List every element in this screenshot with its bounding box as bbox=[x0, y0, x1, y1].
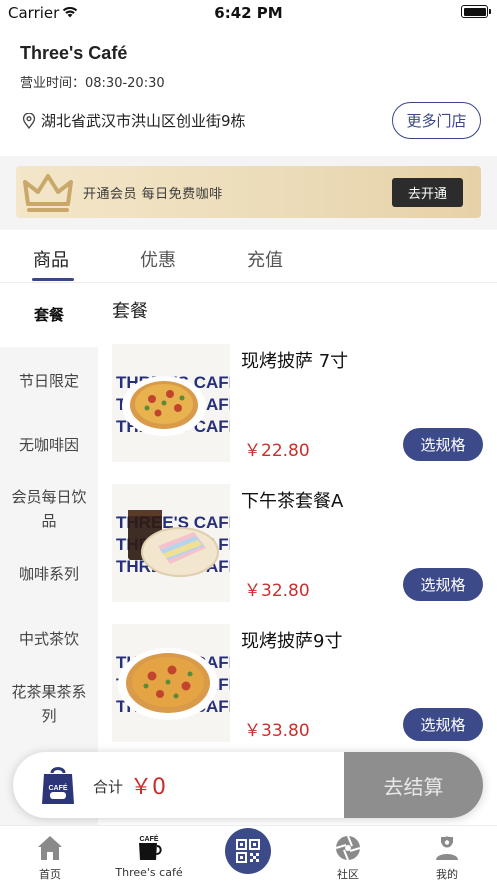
product-card[interactable]: THREE'S CAFÉ THREE'S CAFÉ THREE'S CAFÉ 现… bbox=[98, 624, 497, 764]
cart-total-label: 合计 bbox=[93, 778, 124, 796]
cafe-logo-text: CAFÉ bbox=[139, 834, 158, 843]
crown-icon bbox=[23, 174, 73, 212]
more-stores-button[interactable]: 更多门店 bbox=[392, 102, 481, 139]
category-item-decaf[interactable]: 无咖啡因 bbox=[0, 413, 98, 477]
tabbar-label: Three's café bbox=[115, 866, 183, 879]
tabbar-item-threes-cafe[interactable]: CAFÉ Three's café bbox=[99, 826, 199, 883]
category-item-chinese-tea[interactable]: 中式茶饮 bbox=[0, 607, 98, 671]
category-item-member-daily-drinks[interactable]: 会员每日饮品 bbox=[0, 477, 98, 541]
select-spec-button[interactable]: 选规格 bbox=[403, 428, 483, 461]
tabbar-label: 我的 bbox=[436, 868, 458, 881]
banner-area: 开通会员 每日免费咖啡 去开通 bbox=[0, 156, 497, 230]
category-sidebar: 套餐 节日限定 无咖啡因 会员每日饮品 咖啡系列 中式茶饮 花茶果茶系列 bbox=[0, 283, 98, 825]
checkout-button[interactable]: 去结算 bbox=[344, 752, 483, 818]
scan-qr-button[interactable] bbox=[225, 828, 271, 874]
shop-name: Three's Café bbox=[20, 43, 128, 63]
product-image-coffee-cake: THREE'S CAFÉ THREE'S CAFÉ THREE'S CAFÉ bbox=[112, 484, 230, 602]
cafe-logo-icon: CAFÉ bbox=[139, 834, 162, 860]
product-name: 现烤披萨 7寸 bbox=[241, 351, 349, 372]
category-title: 套餐 bbox=[112, 301, 148, 322]
shopping-bag-icon[interactable]: CAFÉ bbox=[41, 763, 75, 805]
tabbar-item-home[interactable]: 首页 bbox=[0, 826, 100, 883]
membership-banner-text: 开通会员 每日免费咖啡 bbox=[83, 187, 223, 202]
tab-products[interactable]: 商品 bbox=[33, 246, 69, 272]
cart-bar: CAFÉ 合计 ￥0 去结算 bbox=[13, 752, 483, 818]
location-pin-icon bbox=[22, 112, 36, 129]
category-item-coffee-series[interactable]: 咖啡系列 bbox=[0, 542, 98, 606]
open-membership-button[interactable]: 去开通 bbox=[392, 178, 463, 207]
bag-logo-text: CAFÉ bbox=[48, 783, 67, 792]
product-card[interactable]: THREE'S CAFÉ THREE'S CAFÉ THREE'S CAFÉ 现… bbox=[98, 344, 497, 484]
product-price: ￥33.80 bbox=[244, 721, 310, 741]
product-list: 套餐 THREE'S CAFÉ THREE'S CAFÉ THREE'S CAF… bbox=[98, 283, 497, 825]
select-spec-button[interactable]: 选规格 bbox=[403, 568, 483, 601]
product-price: ￥32.80 bbox=[244, 581, 310, 601]
product-card[interactable]: THREE'S CAFÉ THREE'S CAFÉ THREE'S CAFÉ 下… bbox=[98, 484, 497, 624]
cart-total-value: ￥0 bbox=[130, 775, 166, 800]
shop-header: Three's Café 营业时间：08:30-20:30 湖北省武汉市洪山区创… bbox=[0, 26, 497, 156]
menu-content: 套餐 节日限定 无咖啡因 会员每日饮品 咖啡系列 中式茶饮 花茶果茶系列 套餐 … bbox=[0, 283, 497, 825]
product-price: ￥22.80 bbox=[244, 441, 310, 461]
bottom-tabbar: 首页 CAFÉ Three's café 社区 我的 bbox=[0, 825, 497, 883]
tabbar-item-me[interactable]: 我的 bbox=[397, 826, 497, 883]
aperture-icon bbox=[335, 835, 361, 861]
battery-icon bbox=[461, 5, 491, 18]
shop-hours: 营业时间：08:30-20:30 bbox=[20, 76, 165, 91]
shop-address-text: 湖北省武汉市洪山区创业街9栋 bbox=[41, 112, 246, 130]
home-icon bbox=[38, 836, 62, 860]
tab-offers[interactable]: 优惠 bbox=[140, 246, 176, 272]
product-name: 现烤披萨9寸 bbox=[241, 631, 343, 652]
tabbar-item-community[interactable]: 社区 bbox=[298, 826, 398, 883]
membership-banner[interactable]: 开通会员 每日免费咖啡 去开通 bbox=[16, 166, 481, 218]
tabbar-label: 社区 bbox=[337, 868, 359, 881]
user-icon bbox=[436, 836, 458, 860]
product-image-pizza: THREE'S CAFÉ THREE'S CAFÉ THREE'S CAFÉ bbox=[112, 344, 230, 462]
category-item-set-meal[interactable]: 套餐 bbox=[0, 283, 98, 347]
tabbar-label: 首页 bbox=[39, 868, 61, 881]
category-item-holiday-limited[interactable]: 节日限定 bbox=[0, 349, 98, 413]
select-spec-button[interactable]: 选规格 bbox=[403, 708, 483, 741]
shop-address: 湖北省武汉市洪山区创业街9栋 bbox=[22, 110, 246, 131]
category-item-flower-fruit-tea[interactable]: 花茶果茶系列 bbox=[0, 672, 98, 736]
clock: 6:42 PM bbox=[214, 4, 283, 22]
tab-recharge[interactable]: 充值 bbox=[247, 246, 283, 272]
product-name: 下午茶套餐A bbox=[241, 491, 344, 512]
tab-active-indicator bbox=[32, 278, 74, 281]
status-bar: Carrier 6:42 PM bbox=[0, 0, 497, 26]
main-tabs: 商品 优惠 充值 bbox=[0, 230, 497, 283]
qr-code-icon bbox=[236, 839, 260, 863]
product-image-pizza: THREE'S CAFÉ THREE'S CAFÉ THREE'S CAFÉ bbox=[112, 624, 230, 742]
